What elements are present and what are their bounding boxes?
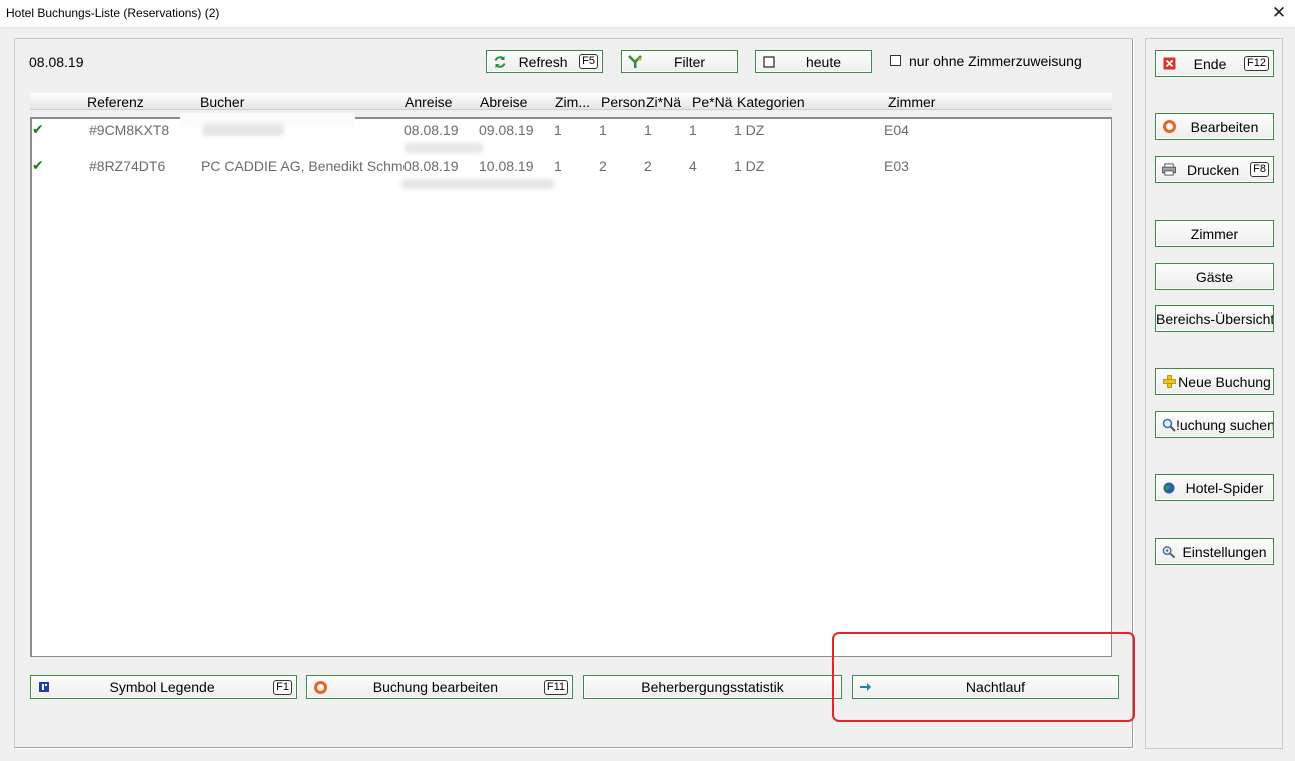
plus-icon [1162,375,1176,389]
close-icon[interactable]: ✕ [1266,1,1292,27]
beherbergungsstatistik-button[interactable]: Beherbergungsstatistik [583,675,842,699]
gaeste-label: Gäste [1195,268,1234,285]
neue-buchung-button[interactable]: Neue Buchung [1155,368,1274,395]
buchung-suchen-button[interactable]: !uchung suchen [1155,411,1274,438]
drucken-shortcut: F8 [1250,162,1269,177]
cell-zim: 1 [554,158,562,174]
lifebuoy-icon [313,680,327,694]
globe-icon [1162,481,1176,495]
cell-zimmer: E03 [884,158,909,174]
heute-label: heute [805,53,842,70]
filter-label: Filter [673,53,706,70]
heute-button[interactable]: heute [755,50,872,73]
einstellungen-label: Einstellungen [1182,543,1267,560]
cell-pe-nae: 4 [689,158,697,174]
settings-icon [1162,545,1176,559]
redacted-bucher [202,124,284,136]
bearbeiten-button[interactable]: Bearbeiten [1155,113,1274,140]
column-header-abreise[interactable]: Abreise [480,94,527,110]
redacted-subline [400,179,555,189]
bereichs-uebersicht-button[interactable]: Bereichs-Übersicht [1155,305,1274,332]
cell-bucher: PC CADDIE AG, Benedikt Schmec [201,158,404,174]
bereichs-uebersicht-label: Bereichs-Übersicht [1156,310,1273,327]
column-header-zimmeranzahl[interactable]: Zim... [555,94,590,110]
cell-abreise: 09.08.19 [479,122,534,138]
cell-pe-nae: 1 [689,122,697,138]
cell-referenz: #8RZ74DT6 [89,158,166,174]
cell-person: 1 [599,122,607,138]
symbol-legende-label: Symbol Legende [109,679,215,695]
refresh-button[interactable]: Refresh F5 [486,50,603,73]
cell-person: 2 [599,158,607,174]
status-check-icon: ✔ [32,157,44,173]
nur-ohne-zimmerzuweisung-checkbox[interactable] [890,55,901,66]
symbol-legende-shortcut: F1 [273,679,292,695]
bearbeiten-label: Bearbeiten [1190,118,1259,135]
filter-button[interactable]: Filter [621,50,738,73]
symbol-legende-button[interactable]: Symbol Legende F1 [30,675,297,699]
filter-icon [628,54,642,69]
legend-icon [37,680,51,694]
column-header-anreise[interactable]: Anreise [405,94,452,110]
highlight-annotation [832,632,1135,722]
nur-ohne-zimmerzuweisung-label: nur ohne Zimmerzuweisung [909,53,1082,69]
buchung-bearbeiten-button[interactable]: Buchung bearbeiten F11 [306,675,573,699]
column-header-referenz[interactable]: Referenz [87,94,144,110]
refresh-label: Refresh [518,53,568,70]
column-header-bucher[interactable]: Bucher [200,94,244,110]
cell-zi-nae: 2 [644,158,652,174]
cell-kategorien: 1 DZ [734,122,765,138]
ende-shortcut: F12 [1244,56,1269,71]
cell-abreise: 10.08.19 [479,158,534,174]
window-title: Hotel Buchungs-Liste (Reservations) (2) [6,6,220,20]
cell-referenz: #9CM8KXT8 [89,122,170,138]
zimmer-label: Zimmer [1190,225,1239,242]
printer-icon [1162,163,1176,177]
cell-zimmer: E04 [884,122,909,138]
hotel-spider-button[interactable]: Hotel-Spider [1155,474,1274,501]
buchung-bearbeiten-shortcut: F11 [543,679,568,695]
current-date: 08.08.19 [29,54,84,70]
ende-label: Ende [1193,55,1227,72]
lifebuoy-icon [1162,120,1176,134]
neue-buchung-label: Neue Buchung [1178,373,1271,390]
cell-kategorien: 1 DZ [734,158,765,174]
hotel-spider-label: Hotel-Spider [1185,479,1264,496]
search-icon [1162,418,1176,432]
column-header-zimmer[interactable]: Zimmer [888,94,935,110]
status-check-icon: ✔ [32,121,44,137]
buchung-bearbeiten-label: Buchung bearbeiten [372,679,499,695]
zimmer-button[interactable]: Zimmer [1155,220,1274,247]
cell-anreise: 08.08.19 [404,158,459,174]
column-header-pe-nae[interactable]: Pe*Nä [692,94,732,110]
checkbox-icon [762,55,776,69]
gaeste-button[interactable]: Gäste [1155,263,1274,290]
cell-anreise: 08.08.19 [404,122,459,138]
refresh-shortcut: F5 [579,54,598,69]
cell-zi-nae: 1 [644,122,652,138]
buchung-suchen-label: !uchung suchen [1176,416,1273,433]
drucken-button[interactable]: Drucken F8 [1155,156,1274,183]
redacted-subline [404,143,484,153]
column-header-kategorien[interactable]: Kategorien [737,94,805,110]
cell-zim: 1 [554,122,562,138]
refresh-icon [493,55,507,69]
close-red-icon [1162,57,1176,71]
beherbergungsstatistik-label: Beherbergungsstatistik [641,679,784,695]
column-header-zi-nae[interactable]: Zi*Nä [646,94,681,110]
ende-button[interactable]: Ende F12 [1155,50,1274,77]
column-header-person[interactable]: Person [601,94,645,110]
drucken-label: Drucken [1187,161,1240,178]
einstellungen-button[interactable]: Einstellungen [1155,538,1274,565]
reservation-list[interactable] [30,117,1112,657]
